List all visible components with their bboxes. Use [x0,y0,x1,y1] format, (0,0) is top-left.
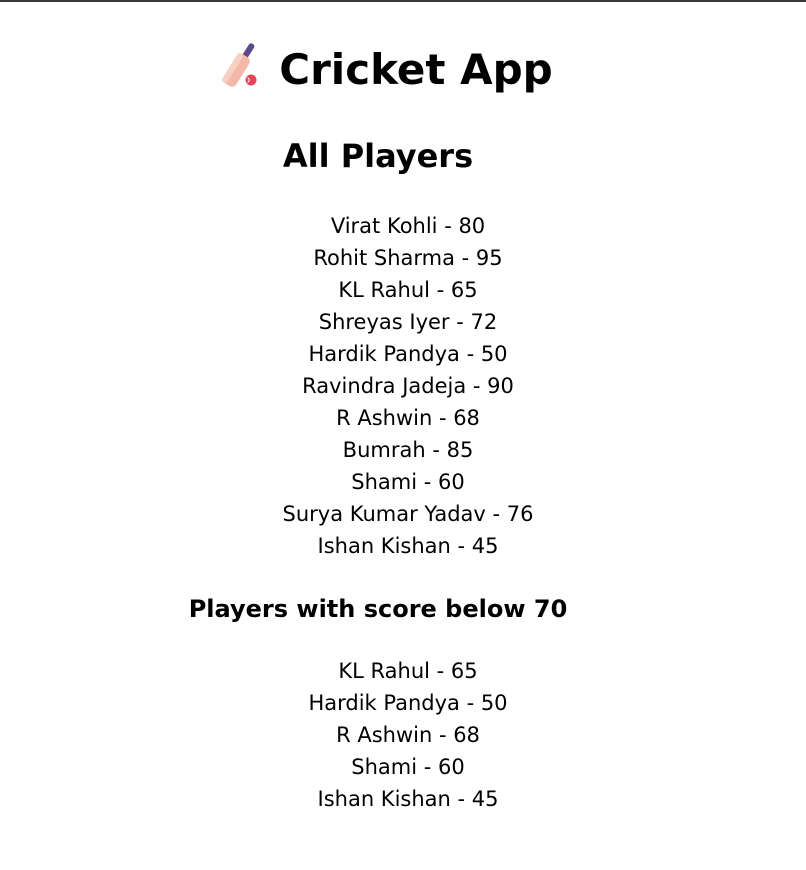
player-item: R Ashwin - 68 [336,723,480,747]
player-item: Shami - 60 [351,470,465,494]
player-item: Shreyas Iyer - 72 [318,310,498,334]
cricket-bat-icon [222,43,257,87]
window-top-border [0,0,806,2]
all-players-heading: All Players [282,137,474,175]
player-item: Shami - 60 [351,755,465,779]
below-70-heading: Players with score below 70 [188,595,568,623]
player-item: Rohit Sharma - 95 [313,246,503,270]
player-item: Bumrah - 85 [342,438,474,462]
player-item: Ravindra Jadeja - 90 [302,374,514,398]
below-70-list: KL Rahul - 65 Hardik Pandya - 50 R Ashwi… [0,655,806,815]
app-title-text: Cricket App [279,45,553,94]
player-item: Hardik Pandya - 50 [308,691,508,715]
player-item: Surya Kumar Yadav - 76 [282,502,534,526]
app-title: Cricket App [0,40,770,100]
player-item: R Ashwin - 68 [336,406,480,430]
all-players-list: Virat Kohli - 80 Rohit Sharma - 95 KL Ra… [0,210,806,562]
player-item: KL Rahul - 65 [338,659,478,683]
player-item: Virat Kohli - 80 [330,214,486,238]
player-item: Ishan Kishan - 45 [317,534,499,558]
player-item: KL Rahul - 65 [338,278,478,302]
player-item: Ishan Kishan - 45 [317,787,499,811]
player-item: Hardik Pandya - 50 [308,342,508,366]
